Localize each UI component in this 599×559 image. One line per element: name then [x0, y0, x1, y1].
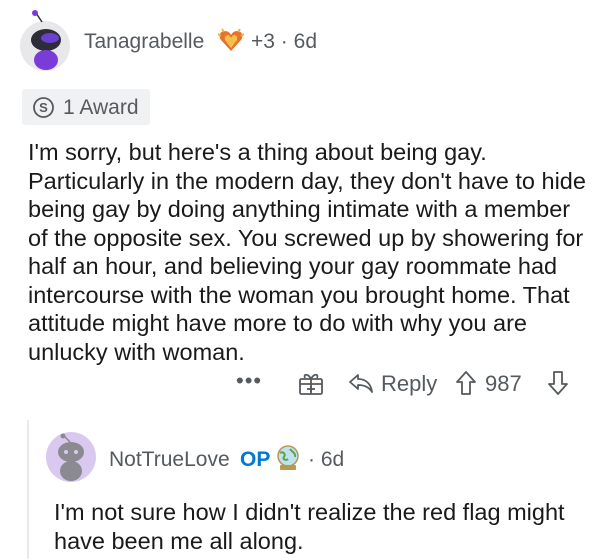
reply-button[interactable]: Reply	[381, 371, 437, 397]
more-options-button[interactable]: •••	[236, 368, 262, 394]
separator: ·	[308, 448, 315, 471]
award-count-badge[interactable]: +3	[251, 30, 275, 53]
op-badge: OP	[240, 448, 271, 471]
reply-avatar[interactable]	[46, 432, 96, 482]
flair-heart-icon	[217, 28, 245, 54]
reply-username[interactable]: NotTrueLove	[109, 448, 230, 472]
comment-body: I'm sorry, but here's a thing about bein…	[28, 139, 586, 365]
avatar[interactable]	[20, 10, 70, 72]
comment-username[interactable]: Tanagrabelle	[84, 30, 204, 54]
downvote-icon[interactable]	[547, 370, 569, 396]
reply-body: I'm not sure how I didn't realize the re…	[54, 499, 565, 554]
reply-meta: · 6d	[308, 448, 344, 472]
comment-age: 6d	[293, 30, 317, 53]
reply-age: 6d	[320, 448, 345, 471]
separator: ·	[280, 30, 288, 53]
comment-meta: +3 · 6d	[251, 30, 317, 54]
gift-icon[interactable]	[298, 370, 324, 396]
flair-globe-icon	[274, 444, 302, 472]
upvote-icon[interactable]	[455, 370, 477, 396]
awards-label[interactable]: 1 Award	[63, 96, 139, 120]
award-silver-icon: S	[33, 97, 54, 118]
svg-text:S: S	[39, 100, 48, 115]
reply-icon[interactable]	[348, 372, 374, 394]
vote-score: 987	[485, 371, 522, 396]
thread-line[interactable]	[27, 420, 29, 559]
